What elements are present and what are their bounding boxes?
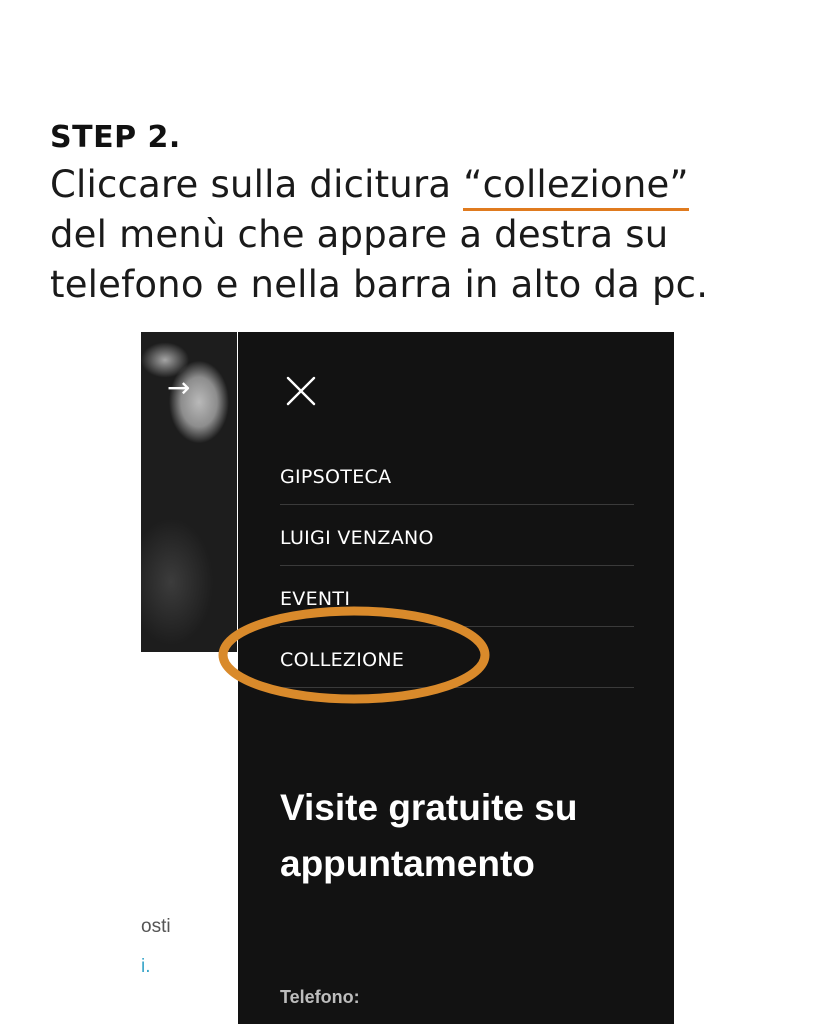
- instruction-line-2: del menù che appare a destra su: [50, 213, 669, 256]
- instruction-prefix: Cliccare sulla dicitura: [50, 163, 464, 206]
- statue-image: →: [141, 332, 237, 652]
- menu-item-luigi-venzano[interactable]: LUIGI VENZANO: [280, 505, 634, 566]
- phone-label: Telefono:: [280, 987, 360, 1007]
- instruction-text: Cliccare sulla dicitura “collezione” del…: [50, 160, 810, 310]
- visit-heading: Visite gratuite su appuntamento: [280, 780, 660, 892]
- menu-panel: GIPSOTECA LUIGI VENZANO EVENTI COLLEZION…: [238, 332, 674, 1024]
- menu-item-collezione[interactable]: COLLEZIONE: [280, 627, 634, 688]
- visit-heading-line-2: appuntamento: [280, 843, 535, 884]
- visit-heading-line-1: Visite gratuite su: [280, 787, 578, 828]
- step-title: STEP 2.: [50, 120, 181, 155]
- mobile-screenshot: → GIPSOTECA LUIGI VENZANO EVENTI COLLEZI…: [141, 332, 674, 1024]
- instruction-highlight: “collezione”: [463, 163, 689, 211]
- menu-item-gipsoteca[interactable]: GIPSOTECA: [280, 444, 634, 505]
- arrow-right-icon[interactable]: →: [167, 374, 190, 402]
- menu-list: GIPSOTECA LUIGI VENZANO EVENTI COLLEZION…: [280, 444, 634, 688]
- page-link-snippet[interactable]: i.: [141, 956, 151, 978]
- close-icon[interactable]: [284, 374, 318, 408]
- instruction-line-3: telefono e nella barra in alto da pc.: [50, 263, 709, 306]
- page-text-snippet: osti: [141, 916, 171, 937]
- menu-item-eventi[interactable]: EVENTI: [280, 566, 634, 627]
